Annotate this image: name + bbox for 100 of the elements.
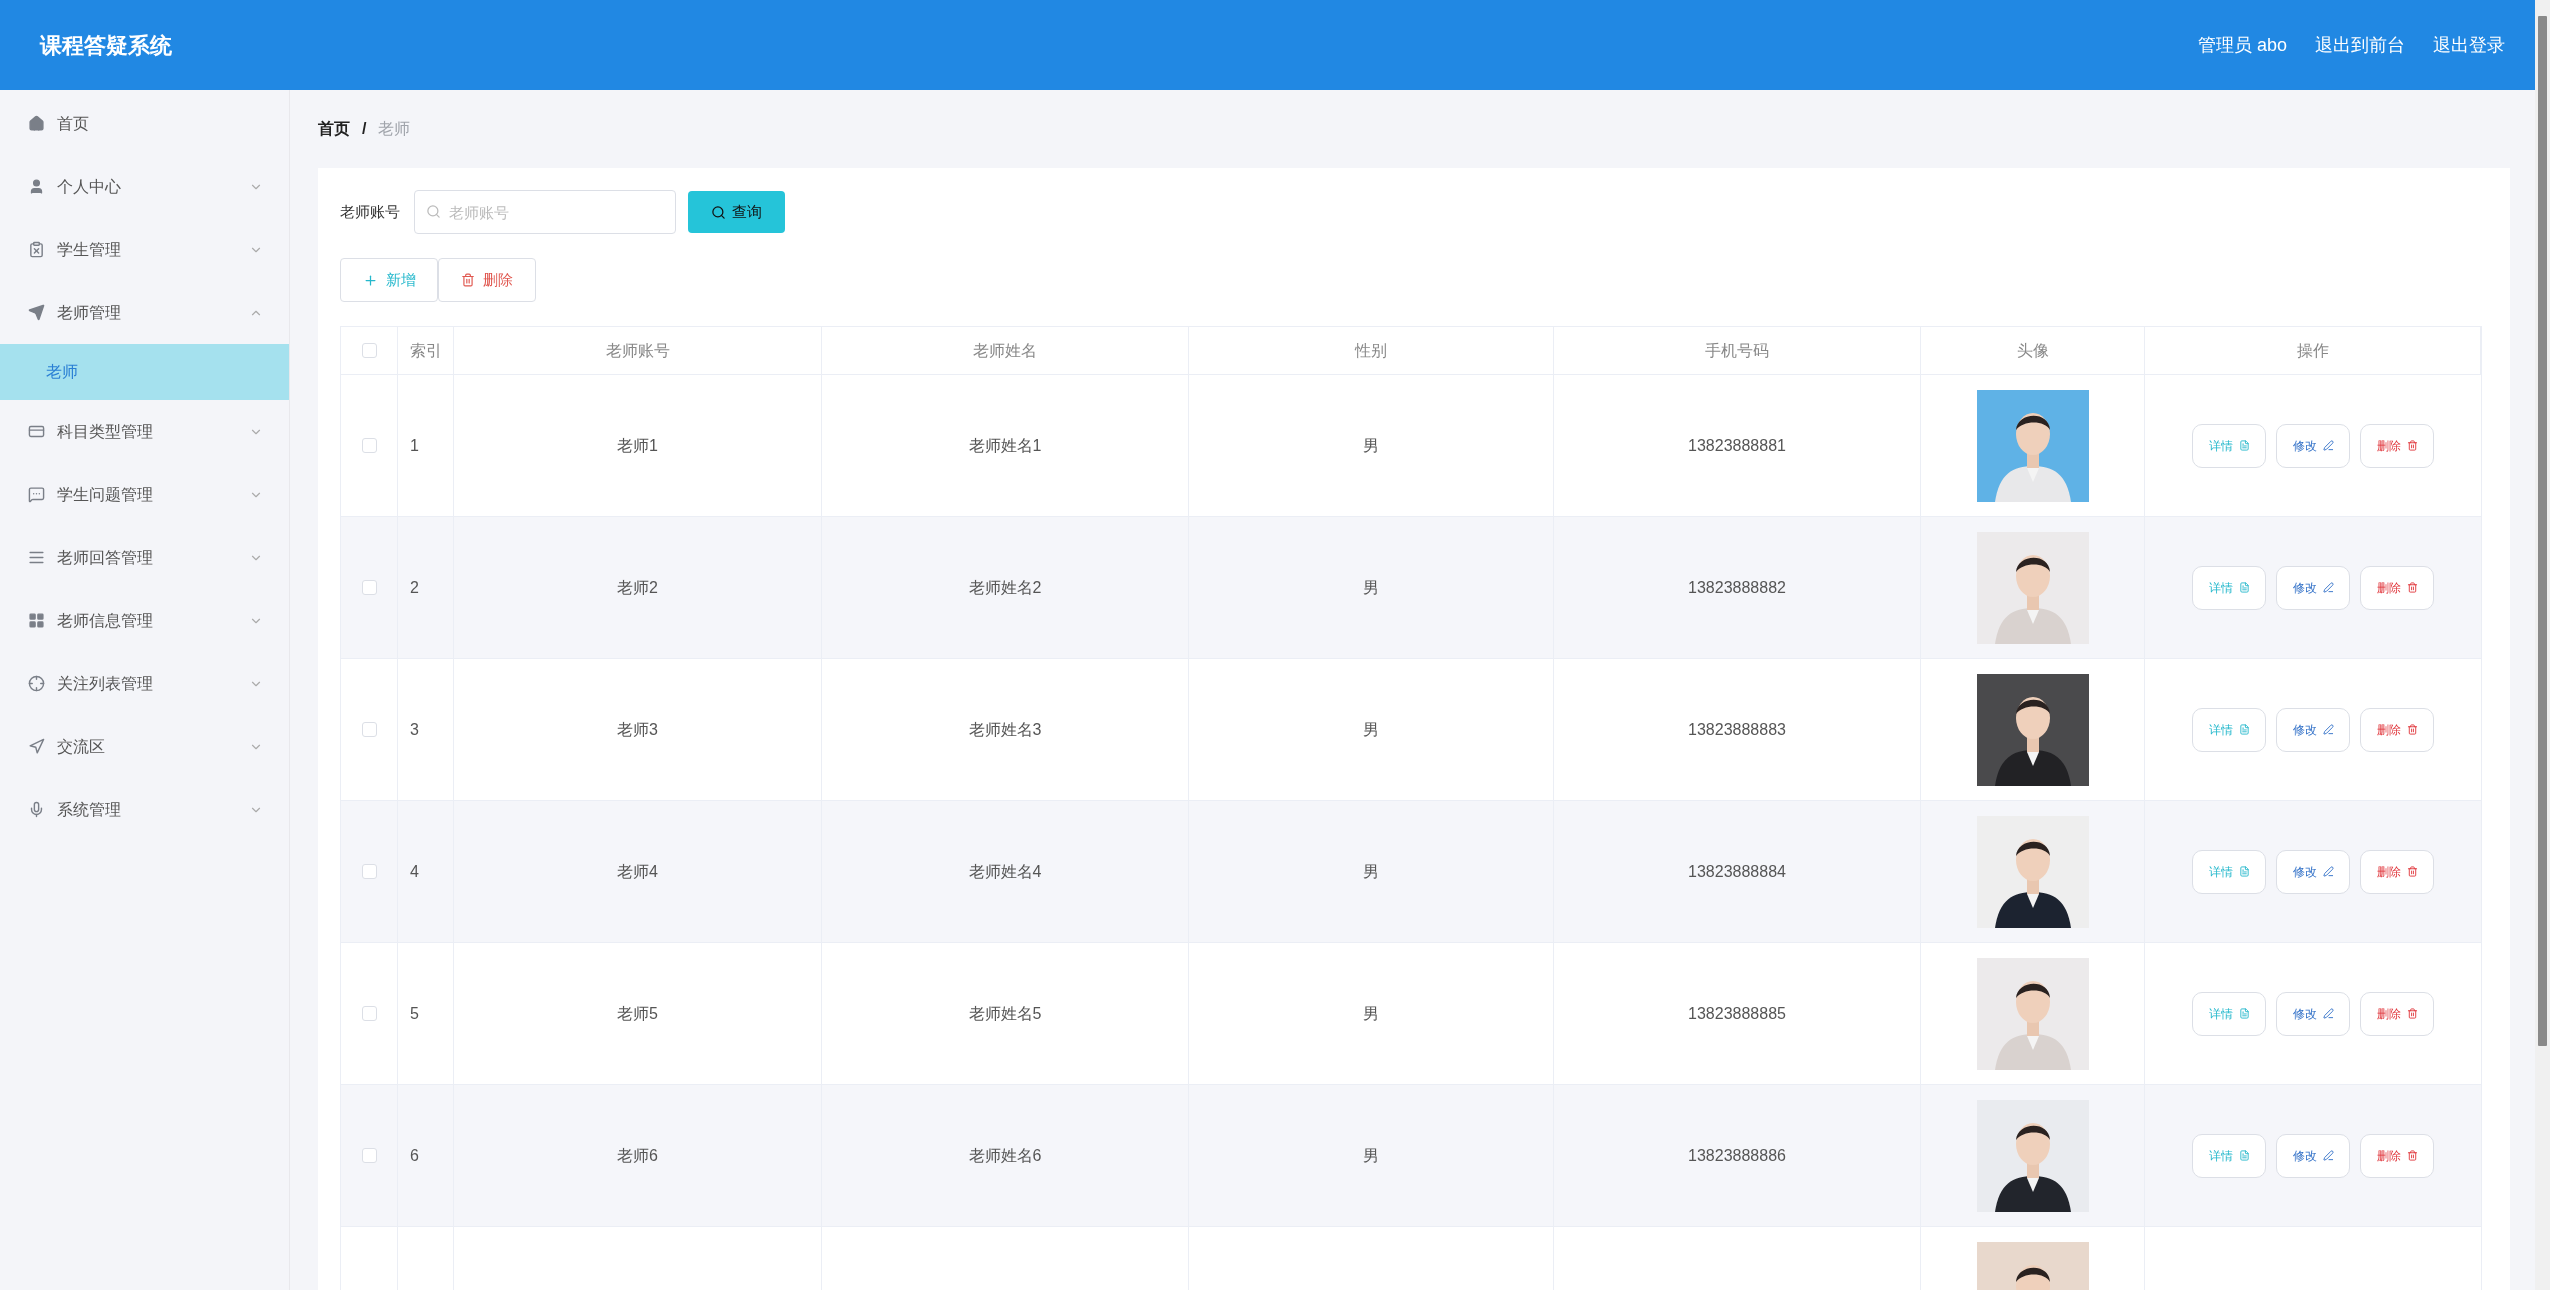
table-cell-text: 4 (410, 861, 419, 882)
user-icon (28, 178, 45, 195)
table-cell-text: 男 (1363, 719, 1379, 740)
submenu-item[interactable]: 老师 (0, 344, 289, 400)
table-cell-text: 老师2 (617, 577, 658, 598)
header-link[interactable]: 退出登录 (2433, 31, 2505, 59)
checkbox[interactable] (361, 864, 377, 879)
column-header: 老师姓名 (973, 340, 1037, 361)
table-cell-text: 13823888883 (1688, 719, 1786, 740)
delete-button[interactable]: 删除 (438, 258, 536, 302)
table-cell-text: 老师姓名3 (968, 719, 1042, 740)
column-header: 性别 (1355, 340, 1387, 361)
table-cell-text: 13823888885 (1688, 1003, 1786, 1024)
menu-item[interactable]: 交流区 (0, 715, 289, 778)
trash-icon (2406, 440, 2418, 451)
menu-item[interactable]: 个人中心 (0, 155, 289, 218)
menu-item[interactable]: 老师信息管理 (0, 589, 289, 652)
search-field[interactable]: 老师账号 (414, 190, 676, 234)
column-header: 手机号码 (1705, 340, 1769, 361)
checkbox[interactable] (361, 722, 377, 737)
app-title: 课程答疑系统 (40, 31, 172, 60)
delete-button[interactable]: 删除 (2360, 423, 2434, 468)
table-cell-text: 13823888886 (1688, 1145, 1786, 1166)
clipboard-icon (28, 241, 45, 258)
table-cell-text: 2 (410, 577, 419, 598)
pencil-icon (2322, 724, 2334, 735)
table-cell-text: 老师6 (617, 1145, 658, 1166)
search-icon (426, 204, 441, 219)
table-cell-text: 男 (1363, 435, 1379, 456)
table-cell-text: 男 (1363, 577, 1379, 598)
table-cell-text: 3 (410, 719, 419, 740)
table-cell-text: 老师5 (617, 1003, 658, 1024)
pencil-icon (2322, 866, 2334, 877)
menu-item[interactable]: 学生问题管理 (0, 463, 289, 526)
edit-button[interactable]: 修改 (2276, 1133, 2350, 1178)
table-cell-text: 老师3 (617, 719, 658, 740)
menu-item[interactable]: 首页 (0, 92, 289, 155)
delete-button[interactable]: 删除 (2360, 1133, 2434, 1178)
search-button[interactable]: 查询 (688, 191, 785, 233)
paper-plane-icon (28, 304, 45, 321)
delete-button[interactable]: 删除 (2360, 849, 2434, 894)
table-cell-text: 老师姓名4 (968, 861, 1042, 882)
trash-icon (2406, 1150, 2418, 1161)
menu-item[interactable]: 学生管理 (0, 218, 289, 281)
table-cell-text: 13823888882 (1688, 577, 1786, 598)
table-cell-text: 老师姓名5 (968, 1003, 1042, 1024)
edit-button[interactable]: 修改 (2276, 991, 2350, 1036)
list-icon (28, 549, 45, 566)
checkbox[interactable] (361, 1006, 377, 1021)
header-link[interactable]: 退出到前台 (2315, 31, 2405, 59)
table-cell-text: 5 (410, 1003, 419, 1024)
table-cell-text: 男 (1363, 1003, 1379, 1024)
document-icon (2238, 866, 2250, 877)
column-header: 索引 (410, 340, 442, 361)
trash-icon (461, 273, 475, 287)
document-icon (2238, 582, 2250, 593)
pencil-icon (2322, 1150, 2334, 1161)
breadcrumb-link[interactable]: 首页 (318, 117, 350, 141)
grid-icon (28, 612, 45, 629)
table-cell-text: 老师姓名2 (968, 577, 1042, 598)
edit-button[interactable]: 修改 (2276, 565, 2350, 610)
user-menu[interactable]: 管理员 abo (2197, 31, 2287, 59)
menu-item[interactable]: 关注列表管理 (0, 652, 289, 715)
table-cell-text: 男 (1363, 1145, 1379, 1166)
menu-item[interactable]: 老师管理 (0, 281, 289, 344)
breadcrumb-current: 老师 (378, 119, 411, 139)
chat-icon (28, 486, 45, 503)
breadcrumb-separator: / (362, 119, 367, 139)
delete-button[interactable]: 删除 (2360, 565, 2434, 610)
checkbox[interactable] (361, 343, 377, 358)
edit-button[interactable]: 修改 (2276, 707, 2350, 752)
delete-button[interactable]: 删除 (2360, 991, 2434, 1036)
trash-icon (2406, 582, 2418, 593)
menu-item[interactable]: 系统管理 (0, 778, 289, 841)
column-header: 老师账号 (605, 340, 670, 361)
edit-button[interactable]: 修改 (2276, 849, 2350, 894)
trash-icon (2406, 724, 2418, 735)
document-icon (2238, 1008, 2250, 1019)
column-header: 操作 (2296, 340, 2329, 361)
card-icon (28, 423, 45, 440)
table-cell-text: 13823888881 (1688, 435, 1786, 456)
trash-icon (2406, 866, 2418, 877)
trash-icon (2406, 1008, 2418, 1019)
table-cell-text: 老师姓名6 (968, 1145, 1042, 1166)
menu-item[interactable]: 科目类型管理 (0, 400, 289, 463)
checkbox[interactable] (361, 1148, 377, 1163)
table-cell-text: 6 (410, 1145, 419, 1166)
delete-button[interactable]: 删除 (2360, 707, 2434, 752)
table-cell-text: 老师4 (617, 861, 658, 882)
edit-button[interactable]: 修改 (2276, 423, 2350, 468)
checkbox[interactable] (361, 580, 377, 595)
checkbox[interactable] (361, 438, 377, 453)
table-cell-text: 13823888884 (1688, 861, 1786, 882)
scrollbar[interactable] (2535, 0, 2550, 1290)
plus-icon (362, 272, 378, 288)
document-icon (2238, 440, 2250, 451)
pencil-icon (2322, 440, 2334, 451)
menu-item[interactable]: 老师回答管理 (0, 526, 289, 589)
home-icon (28, 115, 45, 132)
table-cell-text: 老师姓名1 (968, 435, 1042, 456)
